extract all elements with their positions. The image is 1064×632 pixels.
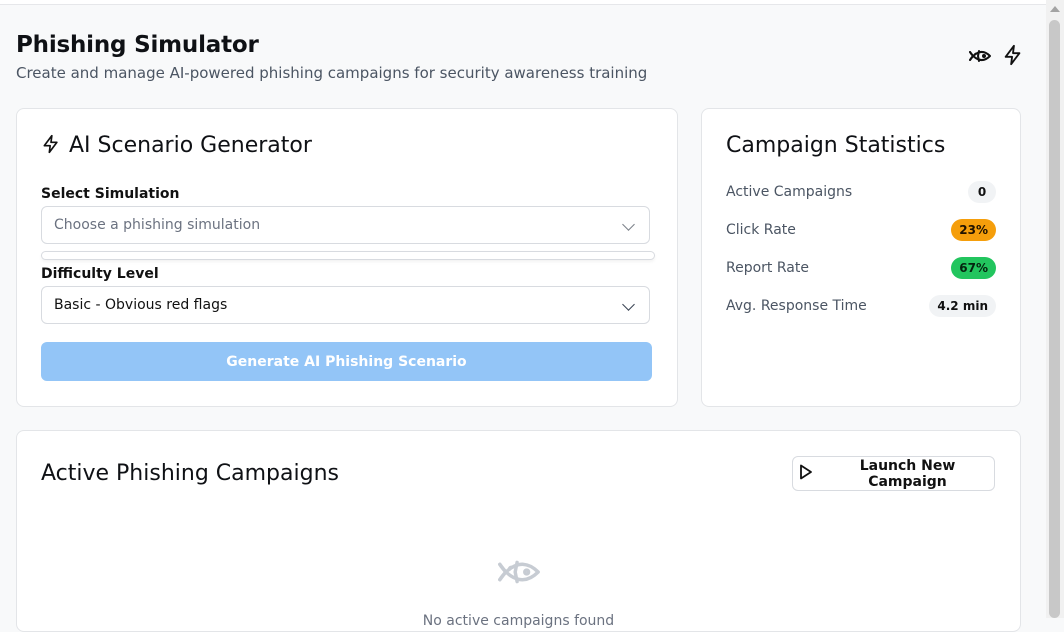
scenario-generator-card: AI Scenario Generator Select Simulation … — [16, 108, 678, 407]
launch-button-label: Launch New Campaign — [859, 457, 956, 490]
lightning-icon — [1002, 44, 1026, 68]
stat-row-active-campaigns: Active Campaigns 0 — [726, 180, 996, 204]
launch-new-campaign-button[interactable]: Launch New Campaign — [792, 456, 995, 491]
top-border — [0, 0, 1046, 5]
simulation-dropdown-list[interactable] — [41, 251, 655, 260]
scroll-thumb[interactable] — [1049, 20, 1060, 618]
difficulty-label: Difficulty Level — [41, 266, 159, 282]
campaigns-title: Active Phishing Campaigns — [41, 461, 339, 486]
stat-badge: 0 — [968, 181, 996, 203]
stat-row-report-rate: Report Rate 67% — [726, 256, 996, 280]
stat-label: Avg. Response Time — [726, 298, 867, 314]
stat-row-click-rate: Click Rate 23% — [726, 218, 996, 242]
chevron-down-icon — [622, 298, 635, 311]
page-title: Phishing Simulator — [16, 32, 259, 58]
simulation-label: Select Simulation — [41, 186, 180, 202]
campaign-statistics-card: Campaign Statistics Active Campaigns 0 C… — [701, 108, 1021, 407]
stat-badge: 67% — [951, 257, 996, 279]
simulation-select-value: Choose a phishing simulation — [54, 217, 261, 233]
active-campaigns-card: Active Phishing Campaigns Launch New Cam… — [16, 430, 1021, 632]
statistics-title: Campaign Statistics — [726, 133, 946, 158]
play-icon — [799, 464, 813, 484]
stat-row-avg-response-time: Avg. Response Time 4.2 min — [726, 294, 996, 318]
difficulty-select[interactable]: Basic - Obvious red flags — [41, 286, 650, 324]
fish-icon — [968, 44, 992, 68]
stat-label: Report Rate — [726, 260, 809, 276]
generate-scenario-button[interactable]: Generate AI Phishing Scenario — [41, 342, 652, 381]
generator-title: AI Scenario Generator — [69, 133, 312, 158]
empty-state-text: No active campaigns found — [422, 613, 615, 629]
stat-label: Click Rate — [726, 222, 796, 238]
lightning-icon — [41, 134, 61, 158]
stat-label: Active Campaigns — [726, 184, 853, 200]
header-icons — [968, 44, 1026, 68]
chevron-down-icon — [622, 218, 635, 231]
fish-icon — [495, 549, 545, 595]
page-subtitle: Create and manage AI-powered phishing ca… — [16, 64, 648, 82]
simulation-select[interactable]: Choose a phishing simulation — [41, 206, 650, 244]
scroll-up-arrow-icon[interactable] — [1050, 6, 1060, 12]
difficulty-select-value: Basic - Obvious red flags — [54, 297, 228, 313]
stat-badge: 4.2 min — [929, 295, 996, 317]
generator-header: AI Scenario Generator — [41, 133, 312, 158]
stat-badge: 23% — [951, 219, 996, 241]
page-scrollbar[interactable] — [1046, 0, 1064, 618]
